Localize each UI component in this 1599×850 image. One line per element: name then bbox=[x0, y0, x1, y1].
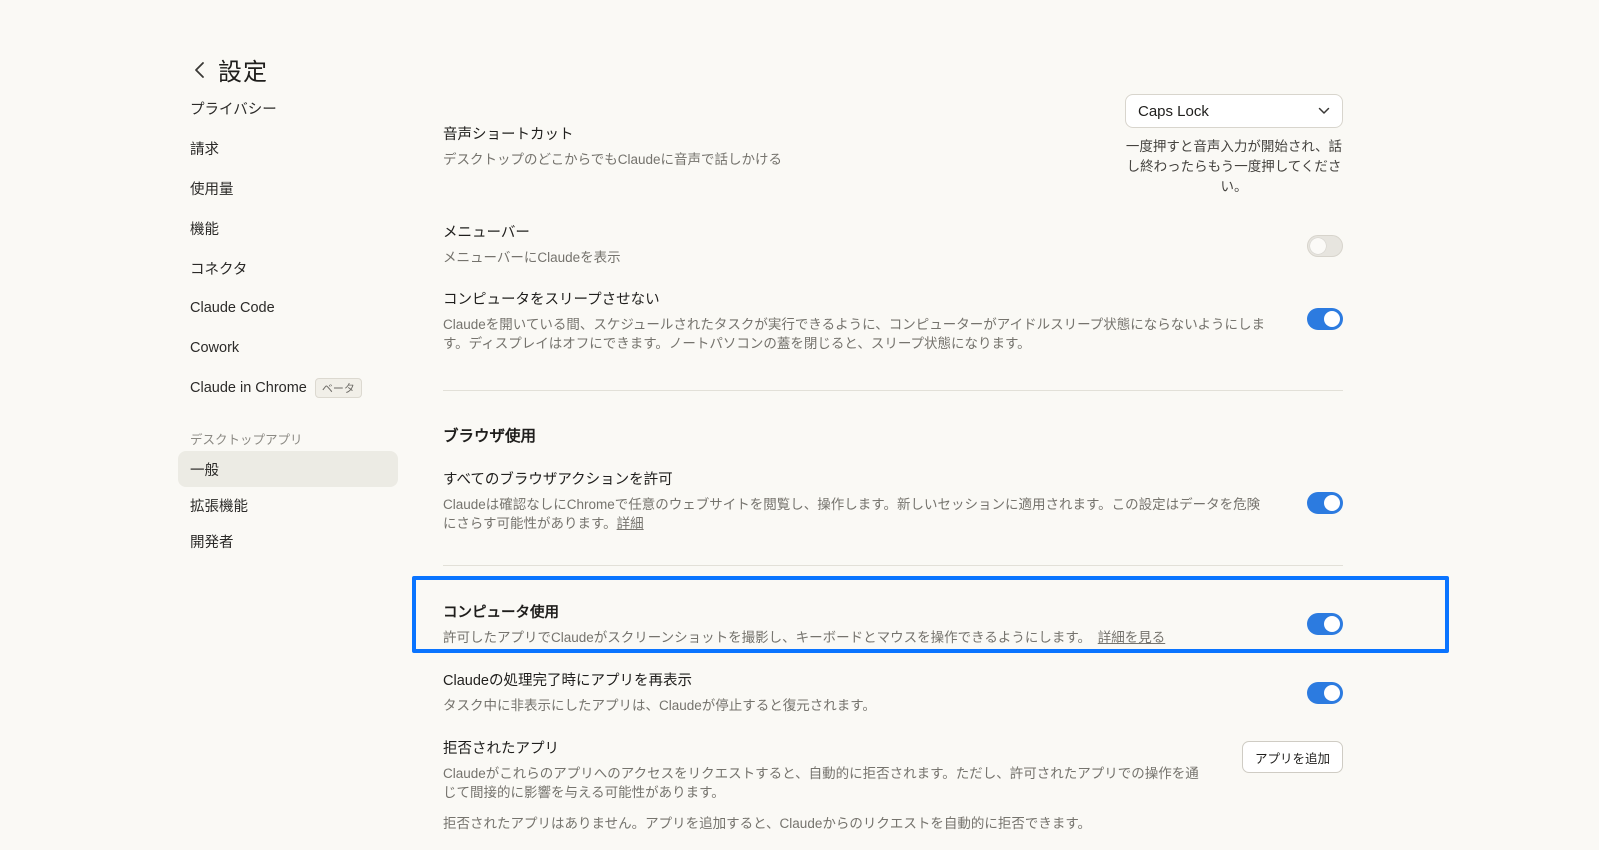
beta-badge: ベータ bbox=[314, 378, 362, 398]
sidebar-item-billing[interactable]: 請求 bbox=[178, 128, 398, 168]
sidebar-item-general[interactable]: 一般 bbox=[178, 451, 398, 487]
reshow-apps-row: Claudeの処理完了時にアプリを再表示 タスク中に非表示にしたアプリは、Cla… bbox=[443, 669, 1343, 715]
sidebar-item-label: 開発者 bbox=[190, 534, 234, 551]
allow-all-browser-desc: Claudeは確認なしにChromeで任意のウェブサイトを閲覧し、操作します。新… bbox=[443, 495, 1273, 533]
reshow-apps-toggle[interactable] bbox=[1307, 682, 1343, 704]
sidebar-item-label: 請求 bbox=[190, 141, 219, 158]
sidebar-item-label: 一般 bbox=[190, 462, 219, 479]
page-title: 設定 bbox=[218, 59, 268, 86]
menubar-row: メニューバー メニューバーにClaudeを表示 bbox=[443, 221, 1343, 267]
learn-more-link[interactable]: 詳細を見る bbox=[1098, 630, 1166, 645]
sidebar-item-connectors[interactable]: コネクタ bbox=[178, 248, 398, 288]
no-sleep-toggle[interactable] bbox=[1307, 308, 1343, 330]
sidebar-item-label: Claude Code bbox=[190, 300, 275, 316]
sidebar-item-label: コネクタ bbox=[190, 261, 248, 278]
denied-apps-empty: 拒否されたアプリはありません。アプリを追加すると、Claudeからのリクエストを… bbox=[443, 816, 1091, 831]
menubar-toggle[interactable] bbox=[1307, 235, 1343, 257]
allow-all-browser-row: すべてのブラウザアクションを許可 Claudeは確認なしにChromeで任意のウ… bbox=[443, 468, 1343, 533]
divider bbox=[443, 565, 1343, 566]
sidebar-item-label: Cowork bbox=[190, 340, 240, 356]
reshow-apps-desc: タスク中に非表示にしたアプリは、Claudeが停止すると復元されます。 bbox=[443, 698, 876, 713]
sidebar-item-label: 機能 bbox=[190, 221, 219, 238]
sidebar-section-label: デスクトップアプリ bbox=[190, 432, 303, 447]
sidebar-item-features[interactable]: 機能 bbox=[178, 208, 398, 248]
divider bbox=[443, 390, 1343, 391]
voice-shortcut-help: 一度押すと音声入力が開始され、話し終わったらもう一度押してください。 bbox=[1125, 139, 1343, 194]
computer-use-title: コンピュータ使用 bbox=[443, 605, 559, 621]
denied-apps-desc: Claudeがこれらのアプリへのアクセスをリクエストすると、自動的に拒否されます… bbox=[443, 766, 1199, 800]
computer-use-toggle[interactable] bbox=[1307, 613, 1343, 635]
allow-all-browser-title: すべてのブラウザアクションを許可 bbox=[443, 472, 673, 488]
sidebar-nav: プライバシー 請求 使用量 機能 コネクタ Claude Code Cowork… bbox=[178, 88, 398, 559]
sidebar-item-developer[interactable]: 開発者 bbox=[178, 523, 398, 559]
toggle-knob bbox=[1310, 238, 1326, 254]
denied-apps-title: 拒否されたアプリ bbox=[443, 741, 559, 757]
add-app-button[interactable]: アプリを追加 bbox=[1241, 741, 1343, 773]
sidebar-item-claude-code[interactable]: Claude Code bbox=[178, 288, 398, 328]
denied-apps-row: 拒否されたアプリ Claudeがこれらのアプリへのアクセスをリクエストすると、自… bbox=[443, 737, 1343, 833]
toggle-knob bbox=[1324, 685, 1340, 701]
browser-section-title: ブラウザ使用 bbox=[443, 428, 537, 445]
voice-shortcut-select-value: Caps Lock bbox=[1138, 102, 1209, 120]
sidebar-item-extensions[interactable]: 拡張機能 bbox=[178, 487, 398, 523]
toggle-knob bbox=[1324, 495, 1340, 511]
allow-all-browser-desc-text: Claudeは確認なしにChromeで任意のウェブサイトを閲覧し、操作します。新… bbox=[443, 497, 1261, 531]
no-sleep-title: コンピュータをスリープさせない bbox=[443, 292, 660, 308]
sidebar-item-usage[interactable]: 使用量 bbox=[178, 168, 398, 208]
no-sleep-row: コンピュータをスリープさせない Claudeを開いている間、スケジュールされたタ… bbox=[443, 288, 1343, 353]
voice-shortcut-select[interactable]: Caps Lock bbox=[1125, 94, 1343, 128]
sidebar-item-label: 使用量 bbox=[190, 181, 234, 198]
settings-main: 音声ショートカット デスクトップのどこからでもClaudeに音声で話しかける C… bbox=[443, 0, 1343, 850]
sidebar-item-claude-in-chrome[interactable]: Claude in Chrome ベータ bbox=[178, 368, 398, 408]
sidebar-item-cowork[interactable]: Cowork bbox=[178, 328, 398, 368]
voice-shortcut-desc: デスクトップのどこからでもClaudeに音声で話しかける bbox=[443, 152, 782, 167]
chevron-down-icon bbox=[1318, 107, 1330, 115]
toggle-knob bbox=[1324, 311, 1340, 327]
computer-use-desc: 許可したアプリでClaudeがスクリーンショットを撮影し、キーボードとマウスを操… bbox=[443, 628, 1273, 647]
computer-use-row: コンピュータ使用 許可したアプリでClaudeがスクリーンショットを撮影し、キー… bbox=[443, 601, 1343, 647]
toggle-knob bbox=[1324, 616, 1340, 632]
menubar-desc: メニューバーにClaudeを表示 bbox=[443, 250, 621, 265]
allow-all-browser-toggle[interactable] bbox=[1307, 492, 1343, 514]
details-link[interactable]: 詳細 bbox=[617, 516, 644, 531]
reshow-apps-title: Claudeの処理完了時にアプリを再表示 bbox=[443, 673, 692, 689]
sidebar-item-label: 拡張機能 bbox=[190, 498, 248, 515]
sidebar-item-label: Claude in Chrome bbox=[190, 380, 307, 396]
computer-use-desc-text: 許可したアプリでClaudeがスクリーンショットを撮影し、キーボードとマウスを操… bbox=[443, 630, 1085, 645]
page-header: 設定 bbox=[188, 52, 268, 87]
sidebar-item-label: プライバシー bbox=[190, 101, 277, 118]
menubar-title: メニューバー bbox=[443, 225, 530, 241]
chevron-left-icon[interactable] bbox=[188, 58, 212, 82]
sidebar-item-privacy[interactable]: プライバシー bbox=[178, 88, 398, 128]
no-sleep-desc: Claudeを開いている間、スケジュールされたタスクが実行できるように、コンピュ… bbox=[443, 317, 1265, 351]
